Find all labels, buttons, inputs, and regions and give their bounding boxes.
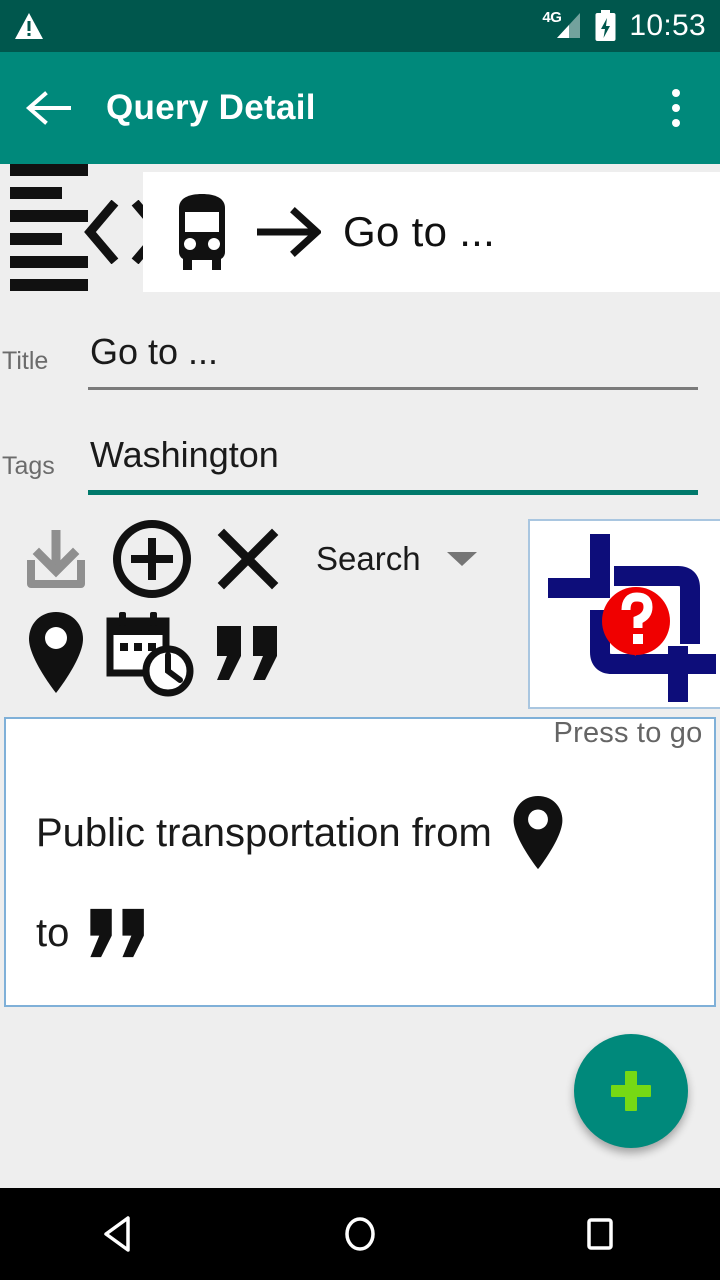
query-line-2-text: to (36, 910, 70, 955)
tags-field-label: Tags (2, 452, 55, 480)
nav-back-triangle-icon (104, 1216, 130, 1252)
page-title: Query Detail (106, 88, 316, 127)
query-line-2: to (36, 905, 684, 961)
insert-datetime-button[interactable] (104, 605, 200, 701)
insert-location-button[interactable] (8, 605, 104, 701)
nav-recents-square-icon (587, 1218, 613, 1250)
remove-button[interactable] (200, 511, 296, 607)
add-circle-icon (113, 520, 191, 598)
warning-triangle-icon (14, 12, 44, 40)
title-field[interactable]: Title Go to ... (0, 331, 720, 390)
tags-field[interactable]: Tags Washington (0, 434, 720, 495)
query-card-label: Go to ... (343, 208, 496, 255)
search-mode-spinner[interactable]: Search (316, 540, 477, 578)
nav-home-circle-icon (345, 1217, 375, 1251)
bus-icon (179, 194, 225, 270)
nav-home-button[interactable] (300, 1188, 420, 1280)
system-navigation-bar (0, 1188, 720, 1280)
tags-underline (88, 490, 698, 495)
app-screen: 4G 10:53 Query Detail Go to ... Title Go… (0, 0, 720, 1280)
close-icon (217, 528, 279, 590)
logo-panel[interactable]: Press to go (528, 519, 720, 750)
query-pager-strip: Go to ... (0, 164, 720, 299)
back-button[interactable] (18, 77, 80, 139)
import-button[interactable] (8, 511, 104, 607)
chevron-down-icon (446, 552, 477, 566)
text-lines-icon (10, 164, 90, 299)
editor-toolbar: Search Press to go (0, 509, 720, 749)
plus-icon (609, 1069, 653, 1113)
overflow-menu-button[interactable] (650, 77, 702, 139)
quote-icon (217, 626, 277, 680)
nav-recents-button[interactable] (540, 1188, 660, 1280)
signal-bars-icon: 4G (542, 9, 582, 41)
search-mode-value: Search (316, 540, 421, 577)
location-pin-icon (29, 612, 83, 693)
title-input[interactable]: Go to ... (88, 331, 698, 387)
insert-text-button[interactable] (200, 605, 296, 701)
query-line-1-text: Public transportation from (36, 810, 492, 855)
tags-input[interactable]: Washington (88, 434, 698, 490)
battery-charging-icon (594, 10, 617, 42)
current-query-card[interactable]: Go to ... (143, 172, 720, 292)
back-arrow-icon (25, 91, 71, 125)
nav-back-button[interactable] (60, 1188, 180, 1280)
app-logo-question-icon (548, 534, 716, 702)
import-icon (27, 530, 85, 588)
app-bar: Query Detail (0, 52, 720, 164)
chevron-left-icon[interactable] (82, 199, 122, 264)
status-bar: 4G 10:53 (0, 0, 720, 52)
query-line-1: Public transportation from (36, 793, 684, 873)
overflow-menu-icon (672, 89, 680, 97)
title-underline (88, 387, 698, 390)
add-button[interactable] (104, 511, 200, 607)
calendar-clock-icon (106, 612, 194, 697)
arrow-right-icon (257, 207, 321, 257)
go-logo-button[interactable] (528, 519, 720, 709)
logo-caption: Press to go (553, 717, 703, 749)
quote-icon[interactable] (85, 905, 151, 961)
status-clock: 10:53 (629, 9, 706, 42)
add-query-fab[interactable] (574, 1034, 688, 1148)
query-body-card[interactable]: Public transportation from to (4, 717, 716, 1007)
title-field-label: Title (2, 347, 49, 375)
location-pin-icon[interactable] (510, 793, 566, 873)
